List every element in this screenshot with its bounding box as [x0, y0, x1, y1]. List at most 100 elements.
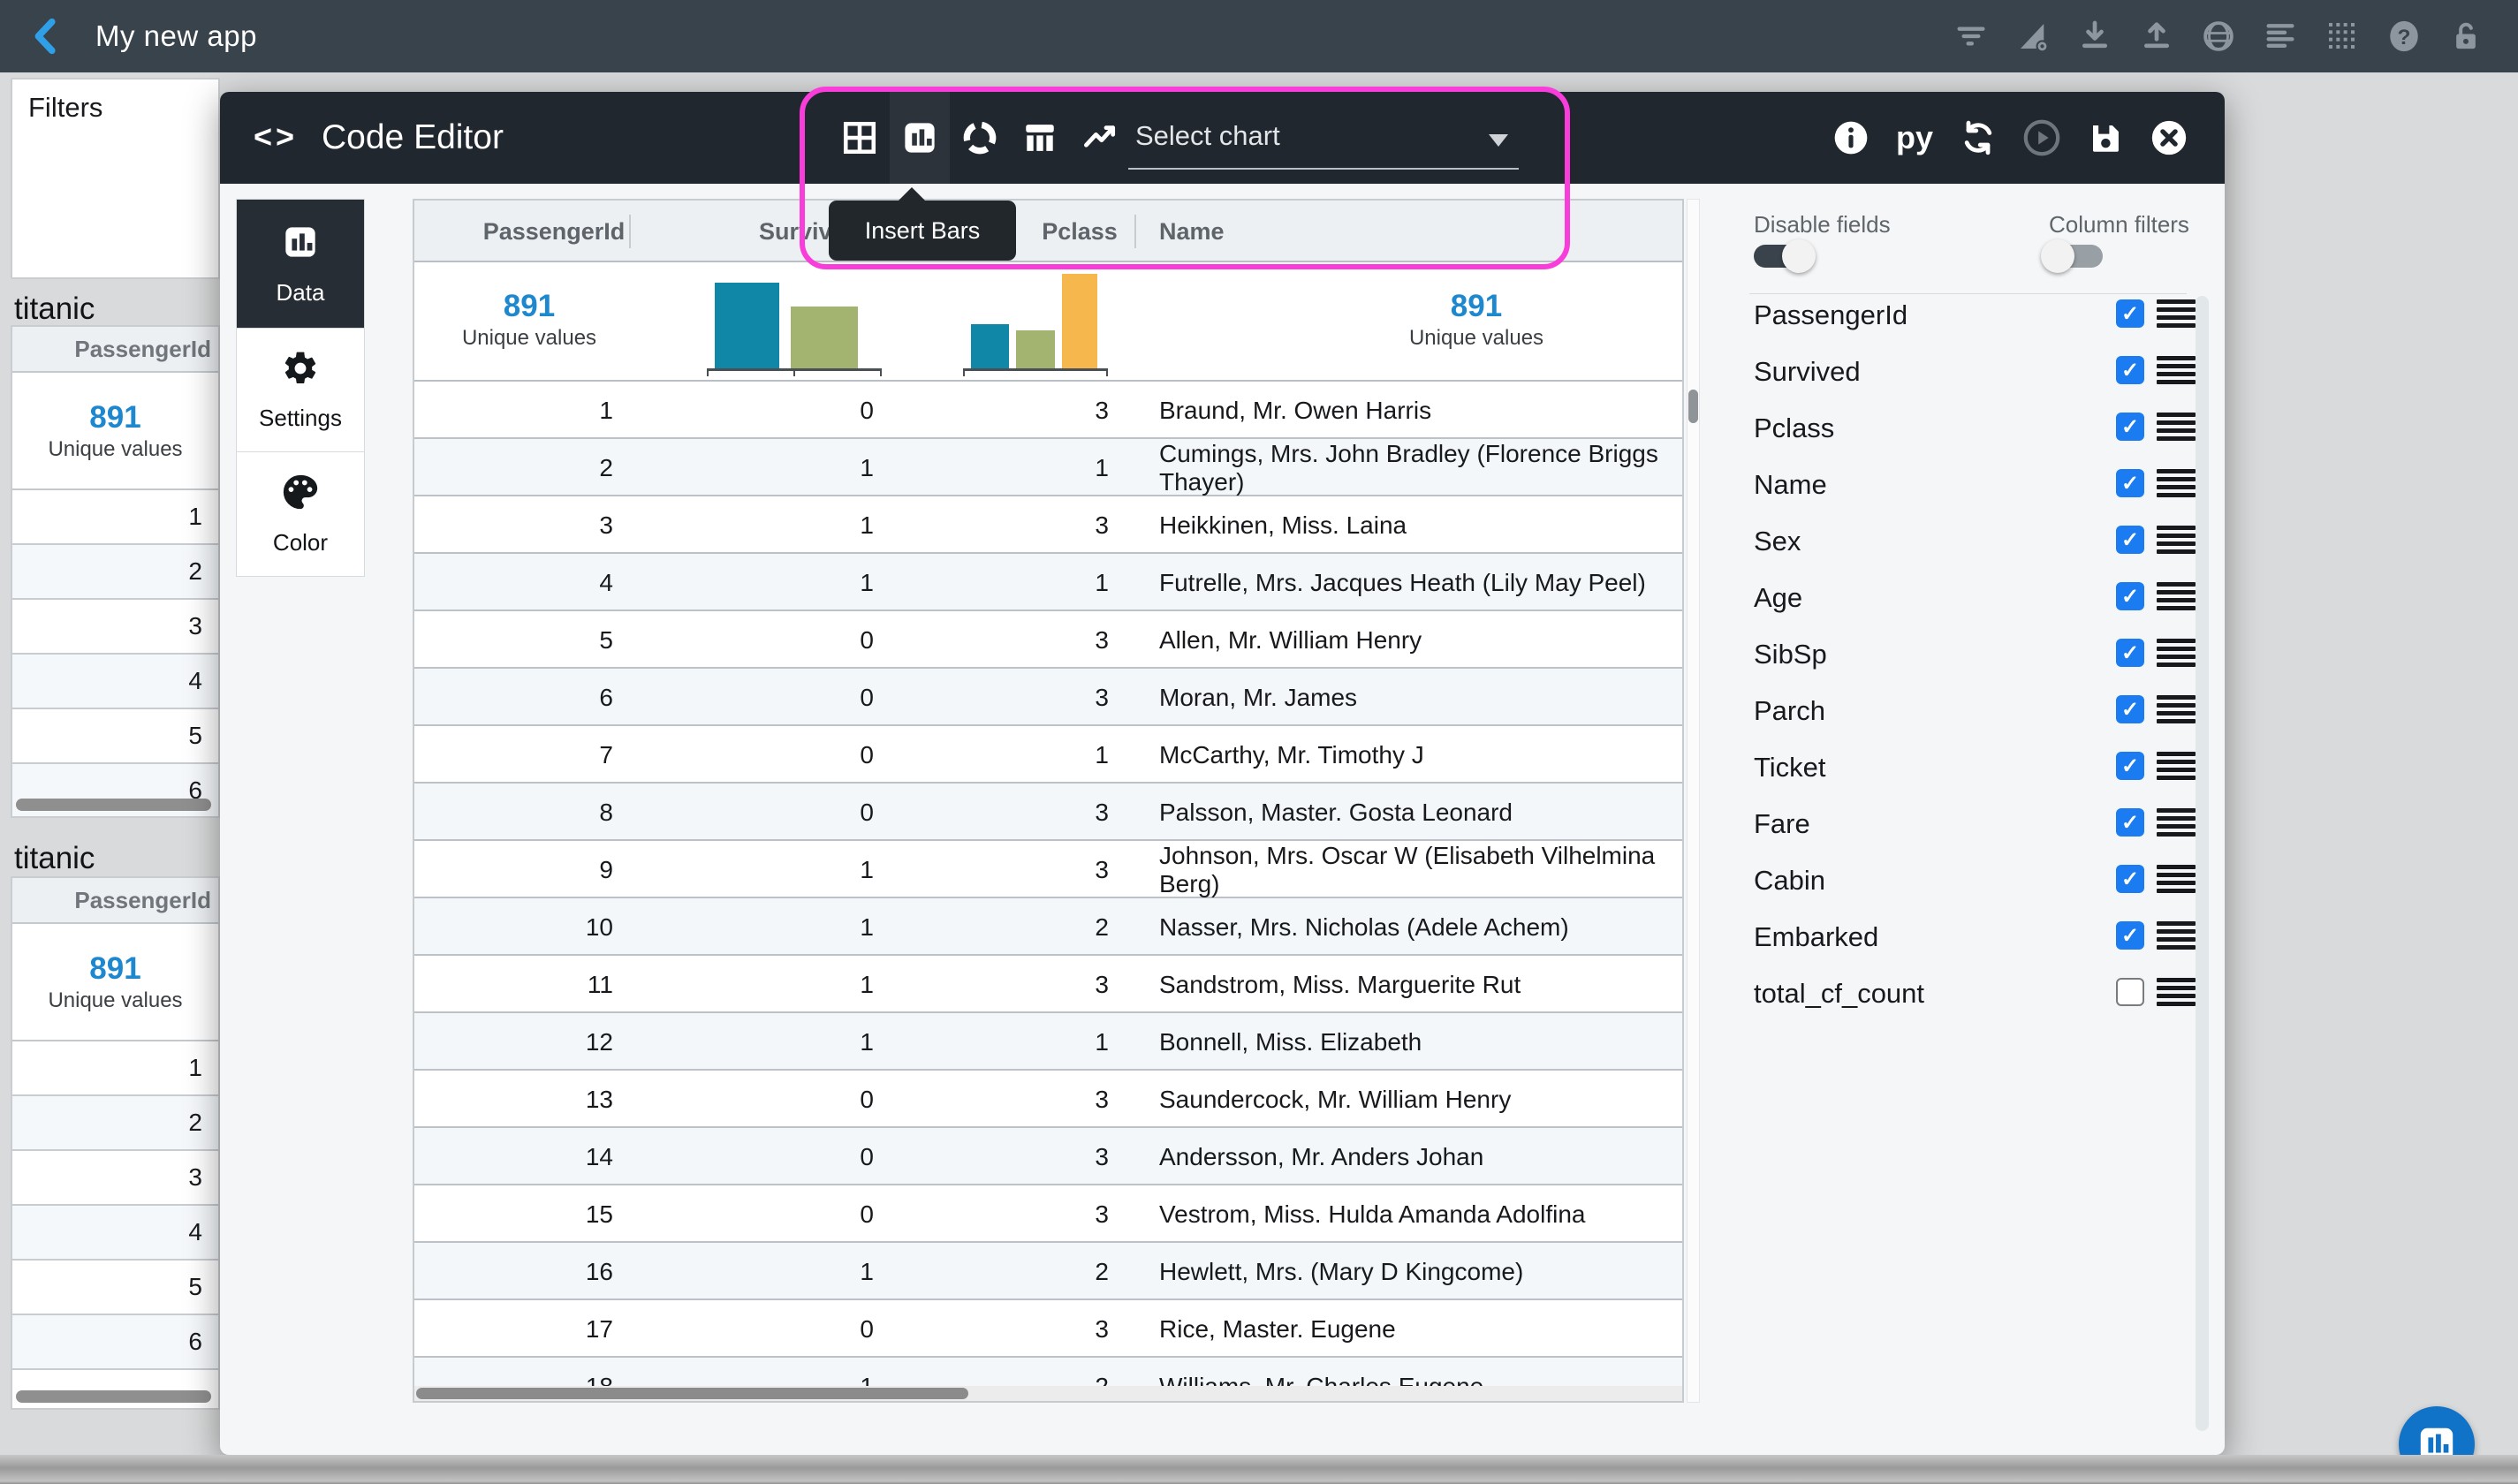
insert-bars-icon[interactable]	[890, 92, 950, 184]
sheet-horizontal-scrollbar[interactable]	[16, 799, 211, 811]
tab-settings[interactable]: Settings	[237, 329, 364, 452]
field-menu-icon[interactable]	[2157, 865, 2196, 893]
table-row: 603Moran, Mr. James	[414, 669, 1682, 726]
field-checkbox[interactable]: ✓	[2116, 921, 2144, 950]
table-cell: 1	[679, 841, 874, 898]
table-cell: 1	[944, 554, 1109, 611]
sheet-unique-summary: 891 Unique values	[12, 373, 218, 490]
save-icon[interactable]	[2085, 117, 2126, 158]
sheet-row: 6	[12, 1315, 218, 1370]
table-horizontal-scrollbar[interactable]	[414, 1386, 1682, 1401]
table-cell: 8	[414, 784, 613, 841]
table-cell: 3	[944, 1128, 1109, 1185]
field-name: Name	[1754, 469, 1827, 501]
line-chart-icon[interactable]	[1070, 92, 1130, 184]
globe-icon[interactable]	[2200, 18, 2237, 55]
table-cell: 1	[679, 554, 874, 611]
table-cell: 1	[679, 439, 874, 496]
run-icon[interactable]	[2021, 117, 2062, 158]
field-name: Age	[1754, 582, 1802, 614]
field-checkbox[interactable]: ✓	[2116, 413, 2144, 441]
chart-settings-icon[interactable]	[2014, 18, 2052, 55]
fields-panel-scrollbar[interactable]	[2196, 296, 2209, 1431]
field-menu-icon[interactable]	[2157, 469, 2196, 497]
field-menu-icon[interactable]	[2157, 752, 2196, 780]
table-cell: Futrelle, Mrs. Jacques Heath (Lily May P…	[1159, 554, 1680, 611]
select-chart-dropdown[interactable]: Select chart	[1128, 92, 1519, 184]
field-menu-icon[interactable]	[2157, 808, 2196, 837]
svg-text:?: ?	[2398, 26, 2411, 49]
close-icon[interactable]	[2149, 117, 2189, 158]
download-icon[interactable]	[2076, 18, 2113, 55]
table-cell: 0	[679, 382, 874, 439]
field-name: Fare	[1754, 808, 1810, 840]
info-icon[interactable]	[1831, 117, 1871, 158]
table-row: 503Allen, Mr. William Henry	[414, 611, 1682, 669]
field-menu-icon[interactable]	[2157, 582, 2196, 610]
field-checkbox[interactable]: ✓	[2116, 469, 2144, 497]
field-menu-icon[interactable]	[2157, 413, 2196, 441]
field-checkbox[interactable]: ✓	[2116, 808, 2144, 837]
table-cell: Palsson, Master. Gosta Leonard	[1159, 784, 1680, 841]
columns-table-icon[interactable]	[1010, 92, 1070, 184]
help-icon[interactable]: ?	[2385, 18, 2423, 55]
column-filters-toggle[interactable]	[2046, 245, 2103, 268]
table-row: 1612Hewlett, Mrs. (Mary D Kingcome)	[414, 1243, 1682, 1300]
back-button[interactable]	[27, 16, 67, 57]
grid-dots-icon[interactable]	[2324, 18, 2361, 55]
tab-color[interactable]: Color	[237, 452, 364, 576]
field-checkbox[interactable]: ✓	[2116, 752, 2144, 780]
field-menu-icon[interactable]	[2157, 921, 2196, 950]
table-grid-icon[interactable]	[830, 92, 890, 184]
field-row-parch: Parch ✓	[1727, 683, 2225, 739]
table-cell: 5	[414, 611, 613, 669]
table-cell: 1	[679, 898, 874, 956]
field-row-passengerid: PassengerId✓	[1727, 287, 2225, 344]
pclass-mini-histogram: <2	[957, 262, 1116, 382]
table-cell: 1	[679, 496, 874, 554]
sync-icon[interactable]	[1958, 117, 1998, 158]
field-checkbox[interactable]: ✓	[2116, 356, 2144, 384]
field-checkbox[interactable]: ✓	[2116, 526, 2144, 554]
column-header-passengerid[interactable]: PassengerId	[466, 201, 642, 262]
donut-chart-icon[interactable]	[950, 92, 1010, 184]
table-vertical-scrollbar[interactable]	[1687, 199, 1700, 1403]
tab-data[interactable]: Data	[237, 200, 364, 329]
field-menu-icon[interactable]	[2157, 695, 2196, 723]
python-code-icon[interactable]: py	[1894, 117, 1935, 158]
sheet-horizontal-scrollbar[interactable]	[16, 1390, 211, 1403]
bar-chart-icon	[280, 222, 321, 267]
sheet-column-header[interactable]: PassengerId	[12, 878, 218, 924]
lock-open-icon[interactable]	[2447, 18, 2484, 55]
field-checkbox[interactable]	[2116, 978, 2144, 1006]
field-checkbox[interactable]: ✓	[2116, 865, 2144, 893]
sheet-column-header[interactable]: PassengerId	[12, 327, 218, 373]
upload-icon[interactable]	[2138, 18, 2175, 55]
sheet-row: 1	[12, 490, 218, 545]
field-name: Parch	[1754, 695, 1825, 727]
field-menu-icon[interactable]	[2157, 526, 2196, 554]
field-checkbox[interactable]: ✓	[2116, 582, 2144, 610]
table-cell: 3	[944, 1185, 1109, 1243]
mini-bar	[1016, 330, 1055, 368]
table-cell: Bonnell, Miss. Elizabeth	[1159, 1013, 1680, 1071]
disable-fields-toggle[interactable]	[1754, 245, 1810, 268]
field-row-cabin: Cabin✓	[1727, 852, 2225, 909]
data-table: PassengerId Survived Pclass Name 891 Uni…	[413, 199, 1684, 1403]
table-cell: 7	[414, 726, 613, 784]
column-header-pclass[interactable]: Pclass	[1009, 201, 1150, 262]
field-menu-icon[interactable]	[2157, 639, 2196, 667]
field-checkbox[interactable]: ✓	[2116, 695, 2144, 723]
table-cell: 1	[944, 726, 1109, 784]
field-checkbox[interactable]: ✓	[2116, 299, 2144, 328]
table-cell: 2	[944, 898, 1109, 956]
column-header-name[interactable]: Name	[1159, 201, 1301, 262]
field-menu-icon[interactable]	[2157, 978, 2196, 1006]
table-cell: 3	[944, 1071, 1109, 1128]
table-cell: 1	[679, 1013, 874, 1071]
filter-lines-icon[interactable]	[1953, 18, 1990, 55]
align-left-lines-icon[interactable]	[2262, 18, 2299, 55]
field-menu-icon[interactable]	[2157, 356, 2196, 384]
field-menu-icon[interactable]	[2157, 299, 2196, 328]
field-checkbox[interactable]: ✓	[2116, 639, 2144, 667]
